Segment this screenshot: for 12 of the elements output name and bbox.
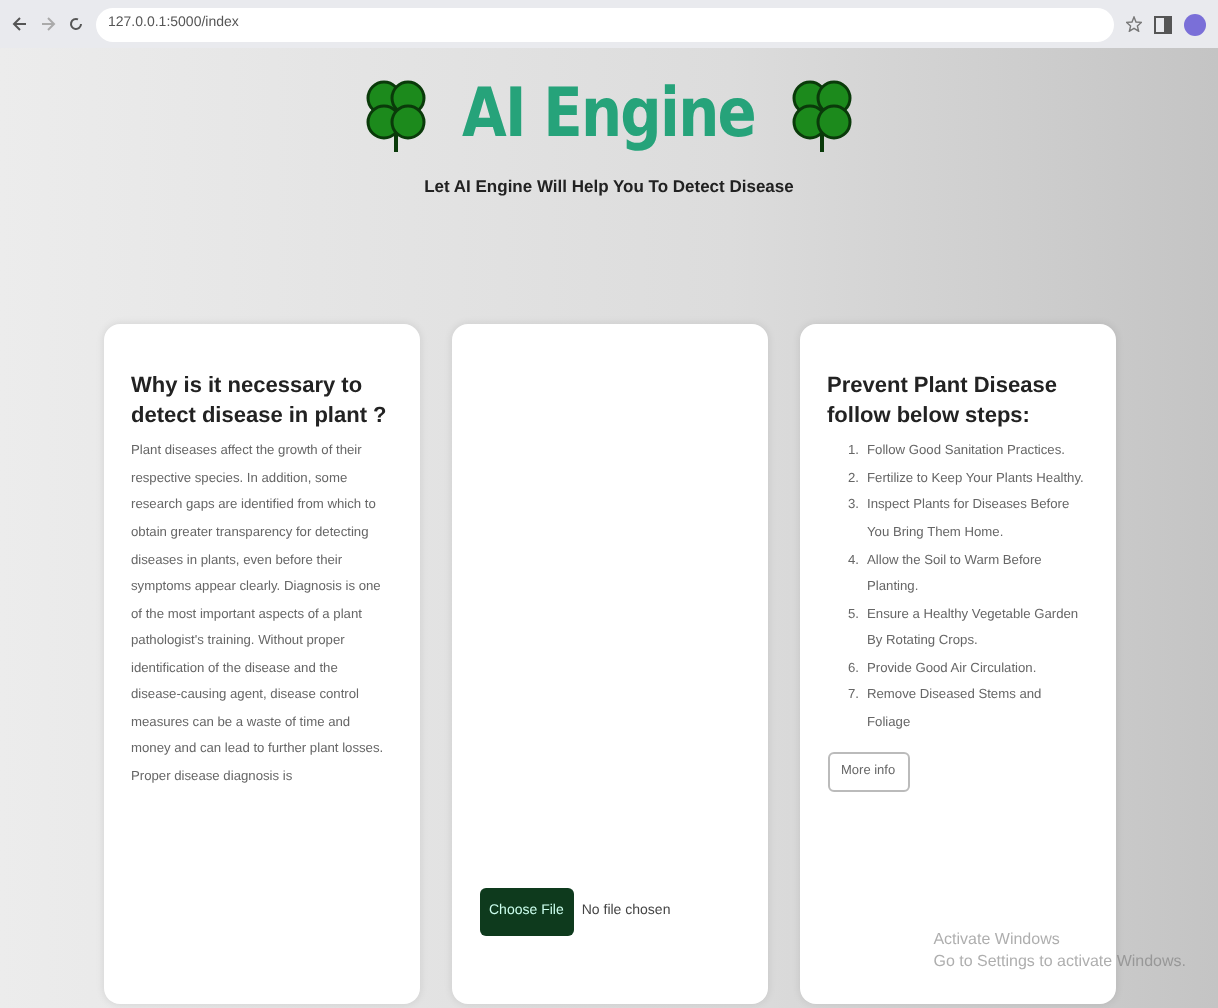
subtitle: Let AI Engine Will Help You To Detect Disease — [424, 174, 794, 200]
app-title: AI Engine — [462, 72, 756, 158]
sidebar-icon[interactable] — [1154, 15, 1172, 33]
clover-icon — [364, 77, 429, 153]
activation-title: Activate Windows — [933, 927, 1062, 950]
profile-icon[interactable] — [1184, 13, 1206, 35]
clover-icon — [789, 77, 854, 153]
star-icon[interactable] — [1126, 16, 1142, 32]
card-heading: Prevent Plant Disease follow below steps: — [827, 371, 1059, 431]
card-heading: Why is it necessary to detect disease in plant ? — [131, 371, 389, 431]
back-icon[interactable] — [12, 16, 28, 32]
reload-icon[interactable] — [68, 16, 84, 32]
